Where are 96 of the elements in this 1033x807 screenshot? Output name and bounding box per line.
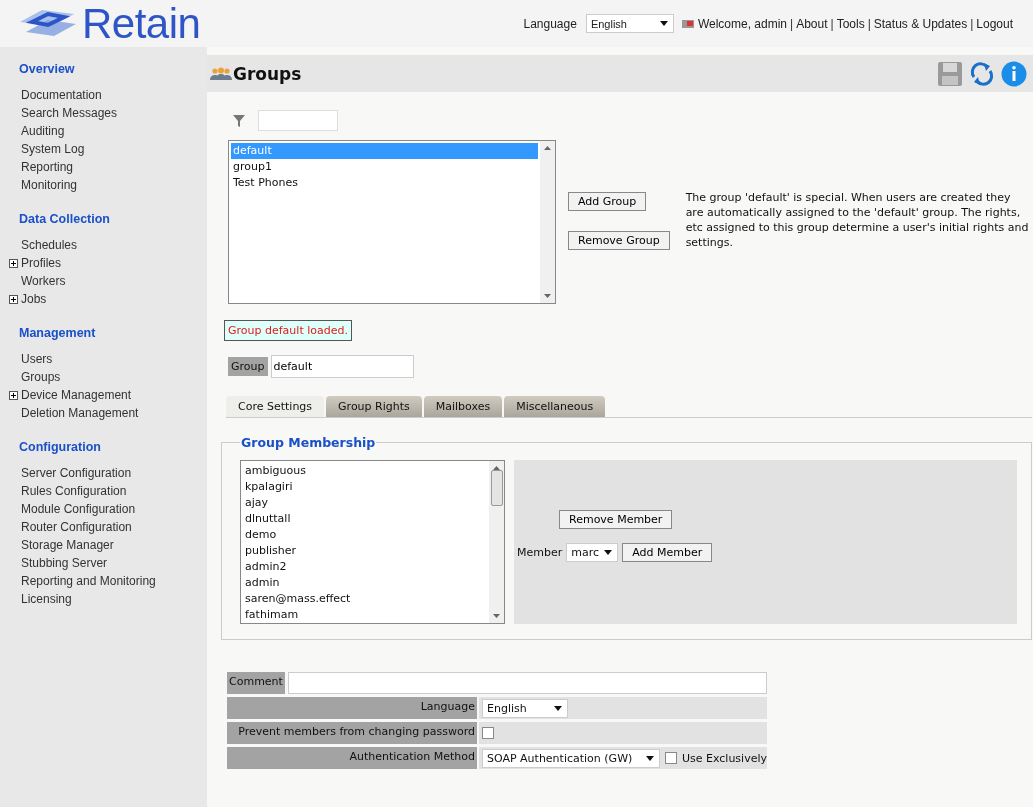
checkbox[interactable] <box>482 727 494 739</box>
sidebar-item[interactable]: Router Configuration <box>21 520 132 534</box>
sidebar-item[interactable]: Workers <box>21 274 66 288</box>
expand-icon[interactable] <box>9 258 18 268</box>
filter-icon <box>232 113 246 128</box>
sidebar-item[interactable]: Device Management <box>21 388 132 402</box>
separator: | <box>830 16 834 31</box>
group-option[interactable]: group1 <box>231 159 538 175</box>
scroll-down-icon[interactable] <box>544 294 551 298</box>
sidebar-item[interactable]: Rules Configuration <box>21 484 127 498</box>
member-option[interactable]: dlnuttall <box>243 511 487 527</box>
info-icon[interactable] <box>1001 60 1027 87</box>
sidebar-item[interactable]: Schedules <box>21 238 78 252</box>
caret-icon <box>645 755 654 761</box>
header-link[interactable]: Tools <box>836 16 865 31</box>
member-option[interactable]: demo <box>243 527 487 543</box>
separator: | <box>790 16 794 31</box>
setting-label: Prevent members from changing password <box>227 722 477 744</box>
comment-field[interactable] <box>287 672 767 694</box>
header-link[interactable]: Status & Updates <box>873 16 968 31</box>
sidebar-heading[interactable]: Management <box>19 326 96 340</box>
status-message: Group default loaded. <box>224 320 352 341</box>
description-text: The group 'default' is special. When users are created they are automatically assigned to the 'default' group. The rights, etc assigned to this group determine a user's initial rights and settings. <box>685 190 1030 250</box>
tab[interactable]: Core Settings <box>226 396 325 417</box>
setting-label: Language <box>227 697 477 719</box>
member-option[interactable]: admin2 <box>243 559 487 575</box>
member-option[interactable]: admin <box>243 575 487 591</box>
sidebar-item[interactable]: Auditing <box>21 124 65 138</box>
header-link[interactable]: Logout <box>976 16 1013 31</box>
group-label: Group <box>228 357 268 376</box>
tab[interactable]: Group Rights <box>326 396 422 417</box>
member-option[interactable]: publisher <box>243 543 487 559</box>
scrollbar[interactable] <box>540 141 555 303</box>
comment-label: Comment <box>227 672 285 694</box>
sidebar-item[interactable]: Reporting <box>21 160 74 174</box>
sidebar-heading[interactable]: Configuration <box>19 440 101 454</box>
logo-text: Retain <box>82 2 201 45</box>
scroll-down-icon[interactable] <box>493 614 500 618</box>
member-option[interactable]: ajay <box>243 495 487 511</box>
save-icon[interactable] <box>937 60 963 87</box>
sidebar-heading[interactable]: Data Collection <box>19 212 110 226</box>
language-label: Language <box>523 16 577 31</box>
group-option[interactable]: Test Phones <box>231 175 538 191</box>
sidebar-item[interactable]: Module Configuration <box>21 502 136 516</box>
refresh-icon[interactable] <box>969 60 995 87</box>
scroll-thumb[interactable] <box>490 470 503 506</box>
tab[interactable]: Miscellaneous <box>504 396 606 417</box>
separator: | <box>867 16 871 31</box>
mailbox-icon <box>680 17 695 30</box>
sidebar-item[interactable]: Licensing <box>21 592 72 606</box>
expand-icon[interactable] <box>9 294 18 304</box>
sidebar-item[interactable]: Reporting and Monitoring <box>21 574 156 588</box>
setting-select[interactable]: English <box>482 698 568 718</box>
member-option[interactable]: fathimam <box>243 607 487 623</box>
member-option[interactable]: saren@mass.effect <box>243 591 487 607</box>
scrollbar[interactable] <box>489 461 504 623</box>
page-title: Groups <box>233 63 302 84</box>
setting-select[interactable]: SOAP Authentication (GW) <box>481 748 660 768</box>
remove-member-button[interactable]: Remove Member <box>559 510 673 529</box>
tab[interactable]: Mailboxes <box>423 396 503 417</box>
panel-title: Group Membership <box>240 435 377 450</box>
caret-icon <box>659 21 668 26</box>
sidebar-item[interactable]: Storage Manager <box>21 538 114 552</box>
people-icon <box>209 66 233 81</box>
sidebar-item[interactable]: Stubbing Server <box>21 556 108 570</box>
sidebar-item[interactable]: Server Configuration <box>21 466 132 480</box>
filter-field[interactable] <box>258 110 338 131</box>
sidebar-item[interactable]: Documentation <box>21 88 102 102</box>
group-name-field[interactable]: default <box>270 355 414 378</box>
group-button[interactable]: Remove Group <box>568 231 670 250</box>
group-button[interactable]: Add Group <box>568 192 647 211</box>
separator: | <box>970 16 974 31</box>
setting-label: Authentication Method <box>227 747 477 769</box>
scroll-up-icon[interactable] <box>544 146 551 150</box>
caret-icon <box>554 705 562 711</box>
language-select[interactable]: English <box>585 14 674 33</box>
member-option[interactable]: kpalagiri <box>243 479 487 495</box>
checkbox[interactable] <box>664 752 677 764</box>
sidebar-item[interactable]: Users <box>21 352 53 366</box>
caret-icon <box>604 550 613 555</box>
sidebar-item[interactable]: Monitoring <box>21 178 78 192</box>
sidebar-heading[interactable]: Overview <box>19 62 75 76</box>
sidebar-item[interactable]: Profiles <box>21 256 61 270</box>
sidebar-item[interactable]: Deletion Management <box>21 406 139 420</box>
sidebar-item[interactable]: Groups <box>21 370 61 384</box>
member-label: Member <box>517 546 563 559</box>
add-member-button[interactable]: Add Member <box>622 543 713 562</box>
expand-icon[interactable] <box>9 390 18 400</box>
sidebar-item[interactable]: Jobs <box>21 292 47 306</box>
header-link[interactable]: Welcome, admin <box>697 16 788 31</box>
member-select[interactable]: marc <box>566 543 619 562</box>
sidebar-item[interactable]: System Log <box>21 142 85 156</box>
header-link[interactable]: About <box>796 16 828 31</box>
checkbox-label: Use Exclusively <box>681 751 767 765</box>
member-option[interactable]: ambiguous <box>243 463 487 479</box>
sidebar-item[interactable]: Search Messages <box>21 106 118 120</box>
